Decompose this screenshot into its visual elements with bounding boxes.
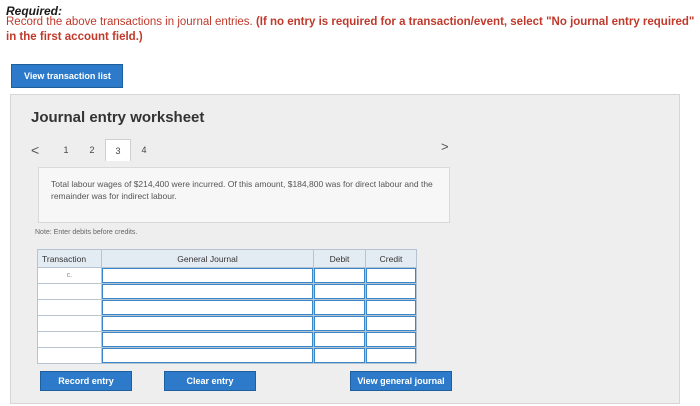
- transaction-cell: c.: [37, 267, 102, 284]
- debit-field[interactable]: [313, 347, 366, 364]
- credit-header: Credit: [365, 249, 417, 268]
- debit-field[interactable]: [313, 315, 366, 332]
- table-row: [37, 299, 417, 316]
- worksheet-pager: < 1 2 3 4: [31, 139, 157, 161]
- table-row: [37, 315, 417, 332]
- debits-note: Note: Enter debits before credits.: [35, 229, 138, 236]
- transaction-cell: [37, 283, 102, 300]
- table-row: [37, 331, 417, 348]
- page-tab-1[interactable]: 1: [53, 139, 79, 161]
- instruction-main: Record the above transactions in journal…: [6, 16, 256, 28]
- account-field[interactable]: [101, 267, 314, 284]
- credit-field[interactable]: [365, 331, 417, 348]
- next-page-icon[interactable]: >: [441, 139, 449, 154]
- transaction-cell: [37, 331, 102, 348]
- debit-field[interactable]: [313, 299, 366, 316]
- account-field[interactable]: [101, 315, 314, 332]
- record-entry-button[interactable]: Record entry: [40, 371, 132, 391]
- debit-header: Debit: [313, 249, 366, 268]
- credit-field[interactable]: [365, 283, 417, 300]
- table-row: [37, 347, 417, 364]
- transaction-header: Transaction: [37, 249, 102, 268]
- account-field[interactable]: [101, 299, 314, 316]
- view-transaction-list-button[interactable]: View transaction list: [11, 64, 123, 88]
- credit-field[interactable]: [365, 267, 417, 284]
- table-row: [37, 283, 417, 300]
- clear-entry-button[interactable]: Clear entry: [164, 371, 256, 391]
- account-field[interactable]: [101, 331, 314, 348]
- credit-field[interactable]: [365, 299, 417, 316]
- table-row: c.: [37, 267, 417, 284]
- credit-field[interactable]: [365, 315, 417, 332]
- debit-field[interactable]: [313, 283, 366, 300]
- page-tab-2[interactable]: 2: [79, 139, 105, 161]
- transaction-cell: [37, 299, 102, 316]
- transaction-cell: [37, 347, 102, 364]
- journal-entry-worksheet: Journal entry worksheet < 1 2 3 4 > Tota…: [10, 94, 680, 404]
- worksheet-title: Journal entry worksheet: [31, 109, 205, 126]
- transaction-description: Total labour wages of $214,400 were incu…: [38, 167, 450, 223]
- journal-table: Transaction General Journal Debit Credit…: [37, 249, 417, 364]
- debit-field[interactable]: [313, 267, 366, 284]
- transaction-cell: [37, 315, 102, 332]
- prev-page-icon[interactable]: <: [31, 142, 53, 158]
- page-tab-3[interactable]: 3: [105, 139, 131, 161]
- credit-field[interactable]: [365, 347, 417, 364]
- page-tab-4[interactable]: 4: [131, 139, 157, 161]
- general-journal-header: General Journal: [101, 249, 314, 268]
- view-general-journal-button[interactable]: View general journal: [350, 371, 452, 391]
- instructions: Record the above transactions in journal…: [6, 15, 696, 45]
- debit-field[interactable]: [313, 331, 366, 348]
- account-field[interactable]: [101, 347, 314, 364]
- account-field[interactable]: [101, 283, 314, 300]
